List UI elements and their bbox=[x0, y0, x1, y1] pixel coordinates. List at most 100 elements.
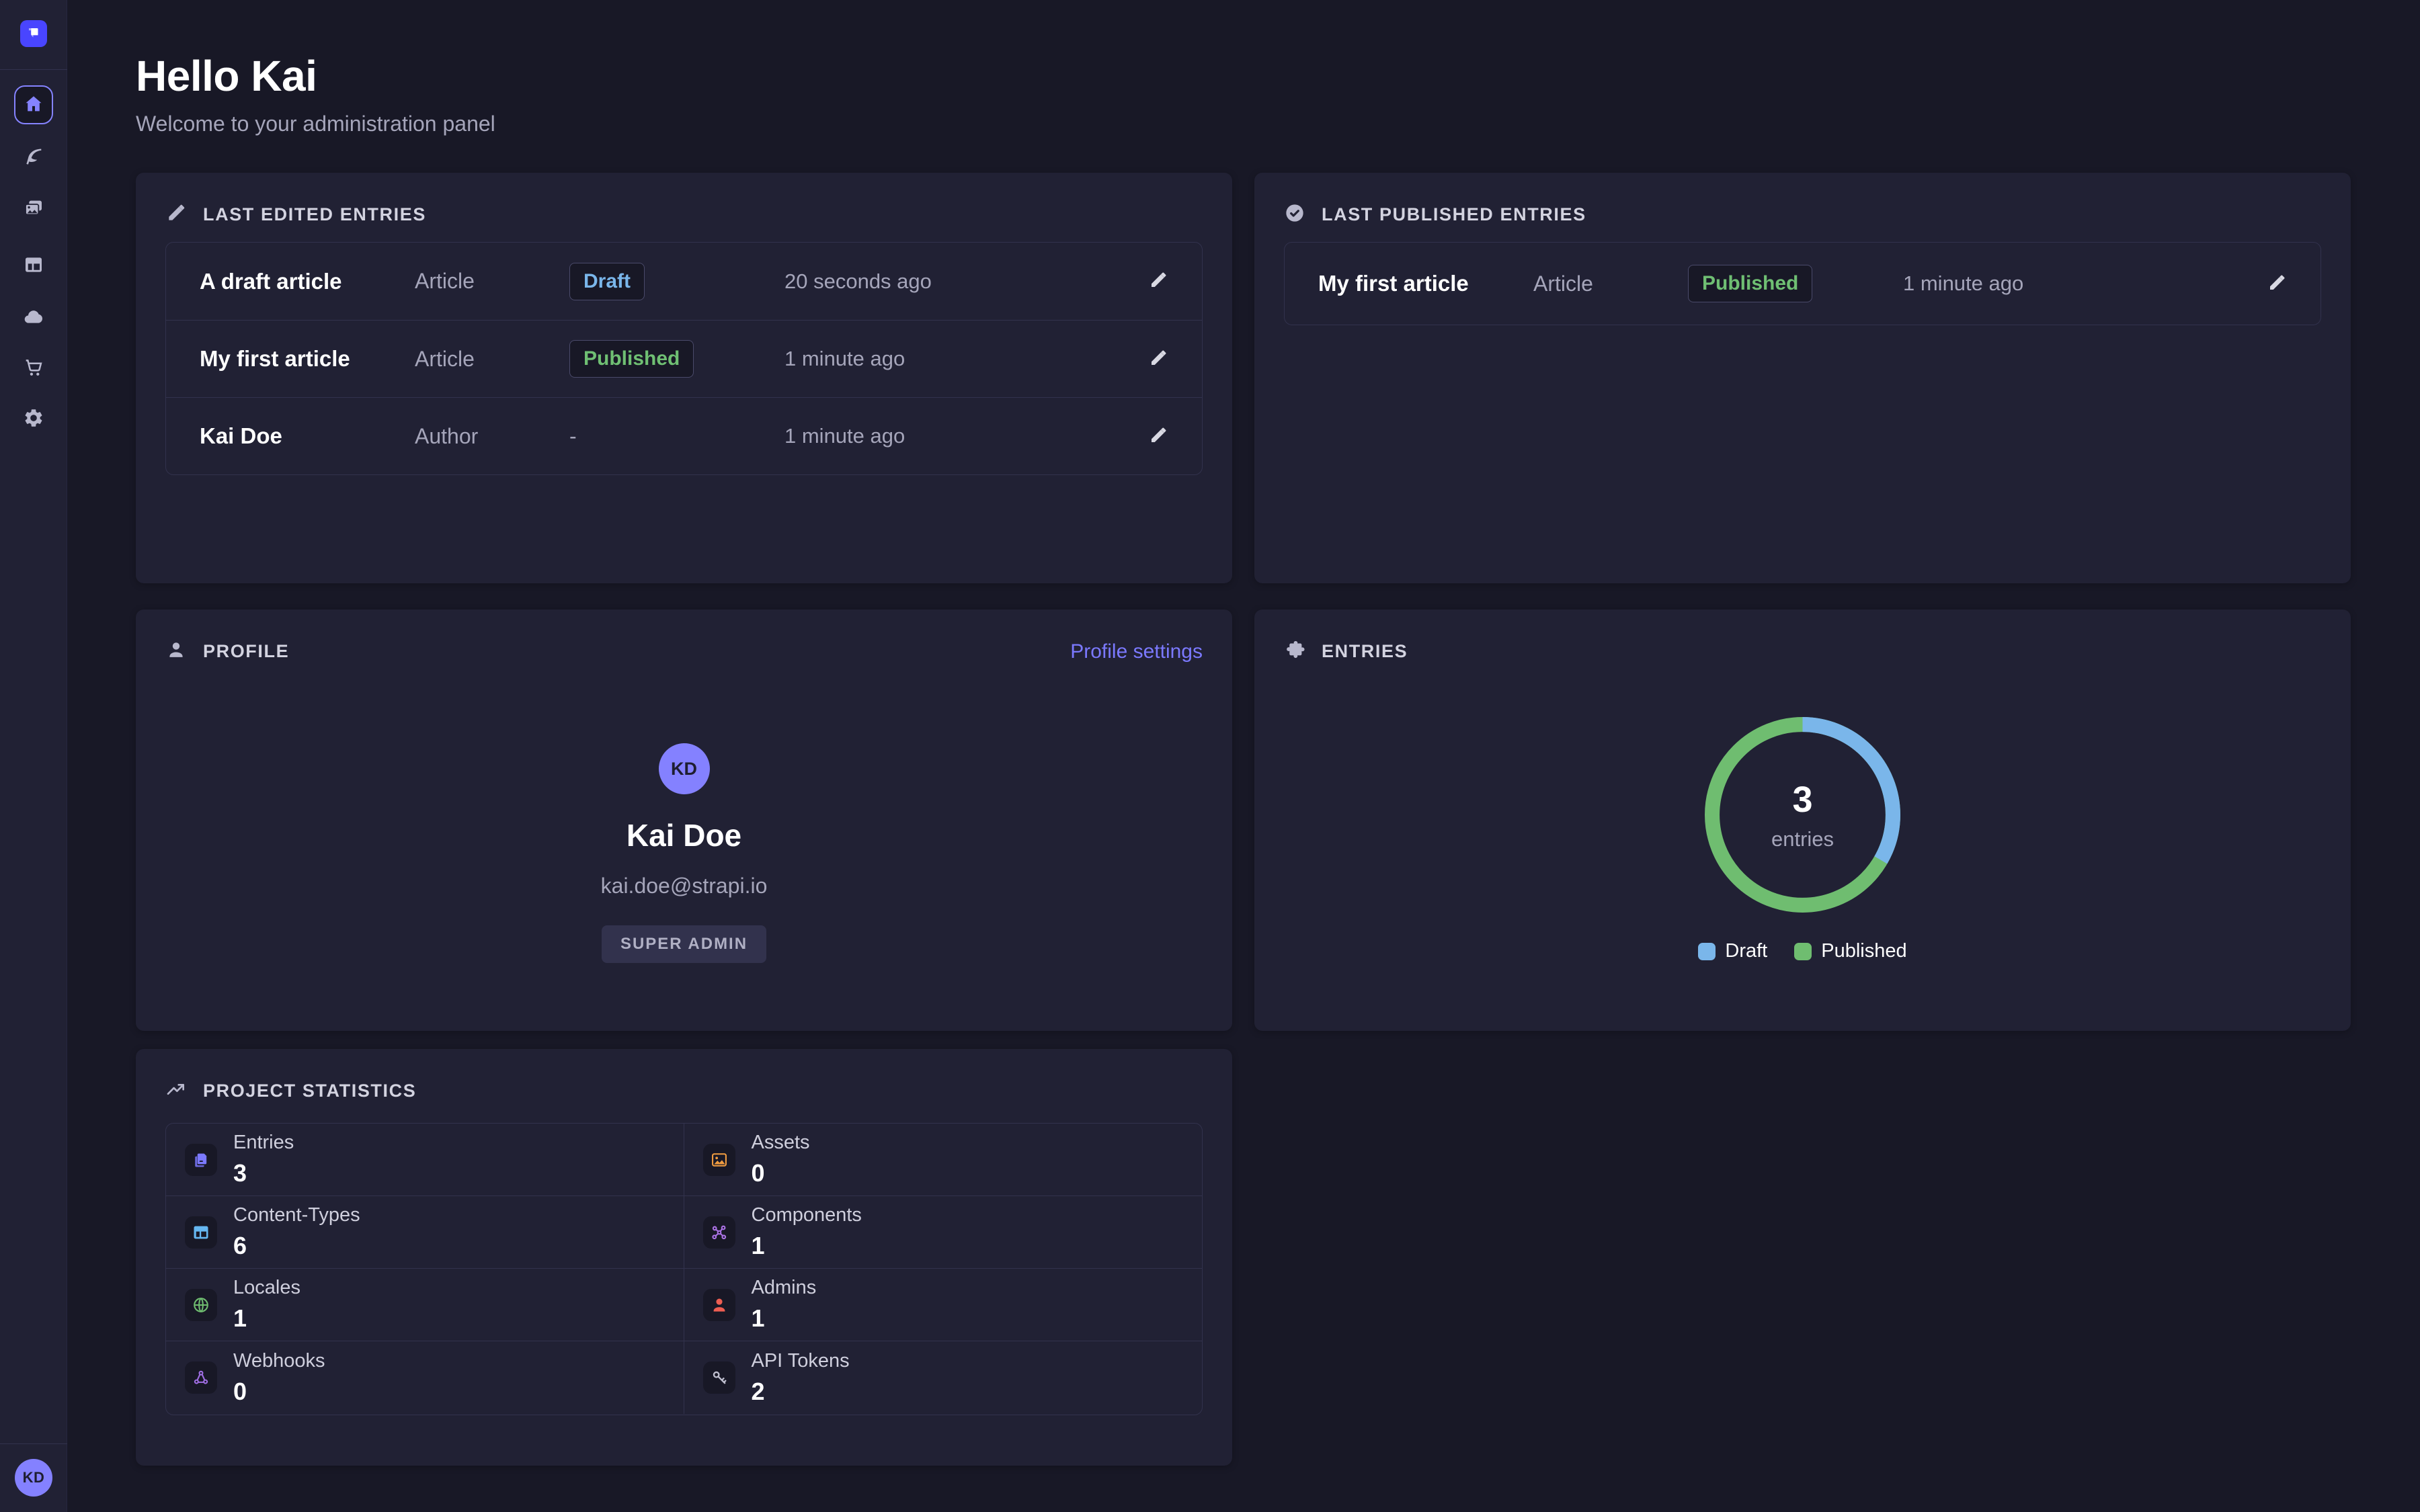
strapi-logo-icon bbox=[25, 24, 42, 44]
status-empty: - bbox=[569, 424, 577, 448]
entries-donut-chart: 3 entries bbox=[1705, 717, 1900, 913]
panel-header: LAST PUBLISHED ENTRIES bbox=[1284, 202, 2321, 227]
sidebar: KD bbox=[0, 0, 67, 1512]
user-avatar[interactable]: KD bbox=[15, 1459, 52, 1497]
picture-icon bbox=[703, 1144, 735, 1176]
stat-label: Entries bbox=[233, 1132, 294, 1154]
home-icon bbox=[23, 93, 44, 117]
stat-label: Locales bbox=[233, 1277, 300, 1299]
puzzle-icon bbox=[1284, 639, 1305, 664]
strapi-logo[interactable] bbox=[20, 20, 47, 47]
last-edited-table: A draft article Article Draft 20 seconds… bbox=[165, 242, 1203, 475]
profile-avatar: KD bbox=[659, 743, 710, 794]
panel-title: LAST EDITED ENTRIES bbox=[203, 204, 426, 225]
trend-up-icon bbox=[165, 1079, 187, 1103]
panel-last-edited-entries: LAST EDITED ENTRIES A draft article Arti… bbox=[136, 173, 1232, 583]
legend-item-draft: Draft bbox=[1698, 940, 1767, 962]
panel-profile: PROFILE Profile settings KD Kai Doe kai.… bbox=[136, 610, 1232, 1031]
webhook-icon bbox=[185, 1361, 217, 1394]
table-row[interactable]: My first article Article Published 1 min… bbox=[1285, 243, 2321, 325]
profile-settings-link[interactable]: Profile settings bbox=[1070, 640, 1203, 663]
cloud-icon bbox=[23, 306, 44, 330]
profile-body: KD Kai Doe kai.doe@strapi.io SUPER ADMIN bbox=[136, 743, 1232, 963]
entry-type: Article bbox=[415, 269, 569, 294]
stat-value: 1 bbox=[752, 1304, 817, 1333]
profile-email: kai.doe@strapi.io bbox=[601, 874, 768, 898]
edit-entry-button[interactable] bbox=[1148, 425, 1168, 448]
stat-value: 3 bbox=[233, 1159, 294, 1187]
stats-grid: Entries 3 Assets 0 Content-Types 6 Componen… bbox=[165, 1123, 1203, 1415]
stat-value: 2 bbox=[752, 1378, 850, 1406]
documents-icon bbox=[185, 1144, 217, 1176]
stat-value: 0 bbox=[233, 1378, 325, 1406]
stat-value: 1 bbox=[752, 1232, 862, 1260]
status-badge: Draft bbox=[569, 263, 645, 300]
feather-icon bbox=[23, 146, 44, 169]
layout-icon bbox=[23, 254, 44, 278]
edit-entry-button[interactable] bbox=[1148, 348, 1168, 370]
stat-label: Components bbox=[752, 1204, 862, 1226]
sidebar-divider bbox=[0, 1443, 67, 1444]
panel-header: PROJECT STATISTICS bbox=[165, 1079, 1203, 1103]
edit-entry-button[interactable] bbox=[1148, 270, 1168, 292]
entry-type: Article bbox=[415, 347, 569, 372]
legend-item-published: Published bbox=[1794, 940, 1906, 962]
stat-assets: Assets 0 bbox=[684, 1124, 1203, 1196]
panel-title: LAST PUBLISHED ENTRIES bbox=[1322, 204, 1586, 225]
sidebar-item-content-type-builder[interactable] bbox=[14, 246, 53, 285]
legend-label: Draft bbox=[1725, 940, 1767, 962]
entry-name: A draft article bbox=[200, 269, 415, 294]
table-row[interactable]: A draft article Article Draft 20 seconds… bbox=[166, 243, 1202, 320]
table-row[interactable]: My first article Article Published 1 min… bbox=[166, 320, 1202, 397]
strapi-admin-dashboard: KD Hello Kai Welcome to your administrat… bbox=[0, 0, 2420, 1512]
status-badge: Published bbox=[569, 340, 694, 378]
sidebar-divider bbox=[0, 69, 67, 70]
gear-icon bbox=[23, 407, 44, 431]
table-row[interactable]: Kai Doe Author - 1 minute ago bbox=[166, 397, 1202, 474]
media-library-icon bbox=[23, 198, 44, 221]
user-icon bbox=[165, 639, 187, 664]
sidebar-item-marketplace[interactable] bbox=[14, 349, 53, 388]
panel-entries: ENTRIES 3 entries Draft P bbox=[1254, 610, 2351, 1031]
page-header: Hello Kai Welcome to your administration… bbox=[136, 51, 495, 136]
sidebar-item-cloud[interactable] bbox=[14, 298, 53, 337]
sidebar-item-home[interactable] bbox=[14, 85, 53, 124]
panel-project-statistics: PROJECT STATISTICS Entries 3 Assets 0 Cont… bbox=[136, 1049, 1232, 1466]
check-circle-icon bbox=[1284, 202, 1305, 227]
stat-components: Components 1 bbox=[684, 1196, 1203, 1269]
panel-title: ENTRIES bbox=[1322, 641, 1408, 662]
stat-label: Assets bbox=[752, 1132, 810, 1154]
last-published-table: My first article Article Published 1 min… bbox=[1284, 242, 2321, 325]
sidebar-item-content-manager[interactable] bbox=[14, 138, 53, 177]
stat-content-types: Content-Types 6 bbox=[166, 1196, 684, 1269]
stat-locales: Locales 1 bbox=[166, 1269, 684, 1341]
layout-icon bbox=[185, 1216, 217, 1249]
panel-header: LAST EDITED ENTRIES bbox=[165, 202, 1203, 227]
sidebar-item-settings[interactable] bbox=[14, 399, 53, 438]
stat-api-tokens: API Tokens2 bbox=[684, 1341, 1203, 1414]
stat-entries: Entries 3 bbox=[166, 1124, 684, 1196]
stat-label: Admins bbox=[752, 1277, 817, 1299]
page-title: Hello Kai bbox=[136, 51, 495, 101]
stat-admins: Admins 1 bbox=[684, 1269, 1203, 1341]
stat-value: 1 bbox=[233, 1304, 300, 1333]
chart-legend: Draft Published bbox=[1254, 940, 2351, 962]
pencil-icon bbox=[165, 202, 187, 227]
stat-label: Content-Types bbox=[233, 1204, 360, 1226]
entry-name: My first article bbox=[1318, 271, 1533, 296]
stat-label: Webhooks bbox=[233, 1350, 325, 1372]
panel-title: PROJECT STATISTICS bbox=[203, 1081, 416, 1101]
legend-label: Published bbox=[1821, 940, 1906, 962]
panel-header: ENTRIES bbox=[1284, 639, 2321, 664]
stat-value: 6 bbox=[233, 1232, 360, 1260]
sidebar-item-media-library[interactable] bbox=[14, 190, 53, 228]
panel-header: PROFILE Profile settings bbox=[165, 639, 1203, 664]
stat-value: 0 bbox=[752, 1159, 810, 1187]
page-subtitle: Welcome to your administration panel bbox=[136, 112, 495, 136]
edit-entry-button[interactable] bbox=[2267, 273, 2287, 295]
entry-time: 1 minute ago bbox=[784, 347, 1128, 371]
status-badge: Published bbox=[1688, 265, 1812, 302]
main-content: Hello Kai Welcome to your administration… bbox=[67, 0, 2420, 1512]
panel-last-published-entries: LAST PUBLISHED ENTRIES My first article … bbox=[1254, 173, 2351, 583]
published-swatch bbox=[1794, 943, 1812, 960]
